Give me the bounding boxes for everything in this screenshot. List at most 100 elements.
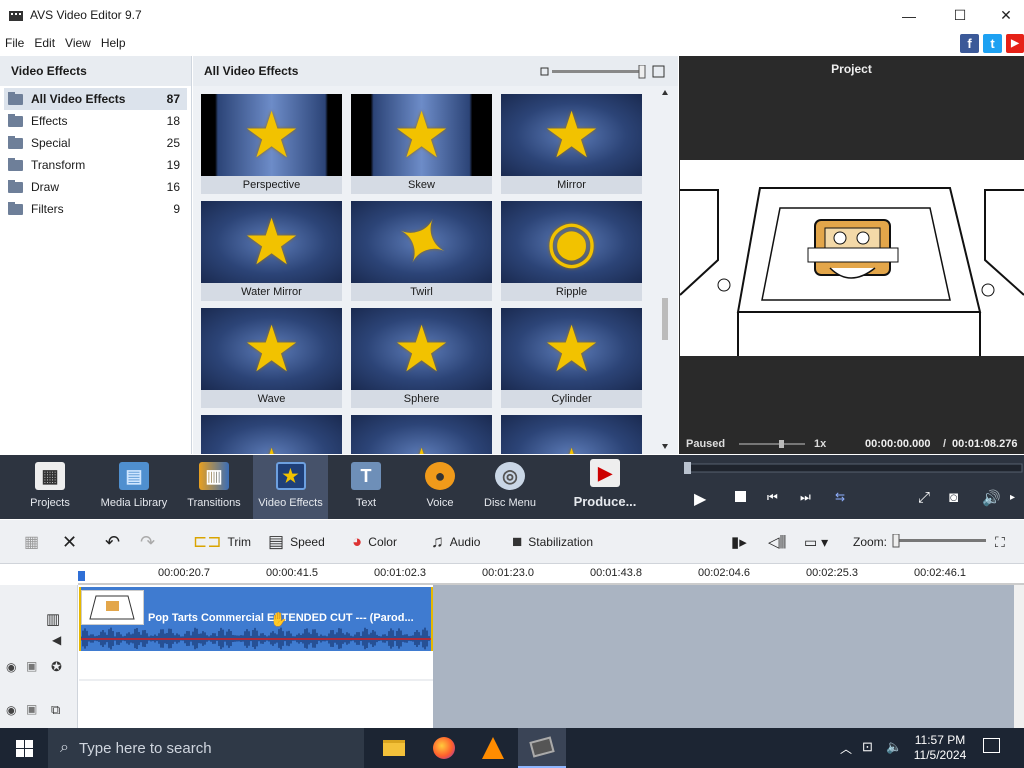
effect-wave[interactable]: ★ Wave [201,308,342,408]
empty-track-area[interactable] [433,585,1014,728]
menu-help[interactable]: Help [96,36,131,50]
twitter-icon[interactable]: t [983,34,1002,53]
audio-mixer-icon[interactable]: ◁⫼ [768,531,786,553]
play-icon[interactable]: ▶ [694,489,706,509]
youtube-icon[interactable]: ▶ [1006,34,1024,53]
category-special[interactable]: Special 25 [4,132,187,154]
video-frame-sketch [679,187,1024,356]
previous-frame-icon[interactable]: ⏮ [767,490,778,505]
facebook-icon[interactable]: f [960,34,979,53]
media-library-button[interactable]: ▤ Media Library [98,455,170,519]
mute-icon[interactable]: ◀ [52,633,61,647]
maximize-button[interactable]: ☐ [937,0,983,31]
disc-menu-label: Disc Menu [484,497,536,509]
storyboard-icon[interactable]: ▦ [24,531,39,553]
next-frame-icon[interactable]: ⏭ [800,490,811,505]
effect-skew[interactable]: ★ Skew [351,94,492,194]
voice-button[interactable]: ● Voice [410,455,470,519]
chevron-up-icon[interactable]: ︿ [840,740,852,757]
avs-editor-taskbar-icon[interactable] [518,728,566,768]
transitions-label: Transitions [187,497,241,509]
more-icon[interactable]: ▸ [1010,492,1015,503]
speaker-icon[interactable]: 🔊 [982,489,1001,507]
video-preview[interactable] [679,160,1024,356]
minimize-button[interactable]: — [886,0,932,31]
category-transform[interactable]: Transform 19 [4,154,187,176]
transitions-button[interactable]: ▥ Transitions [182,455,246,519]
star-icon: ✦ [381,201,462,283]
text-button[interactable]: T Text [336,455,396,519]
effect-thumbnail: ★ [501,308,642,390]
projects-button[interactable]: ▦ Projects [20,455,80,519]
network-icon[interactable]: ⊡ [862,739,873,755]
ruler-label: 00:01:23.0 [482,567,534,579]
produce-button[interactable]: ▶ Produce... [568,455,642,519]
category-effects[interactable]: Effects 18 [4,110,187,132]
category-draw[interactable]: Draw 16 [4,176,187,198]
stop-icon[interactable] [735,491,746,502]
eye-icon[interactable]: ◉ [6,660,16,674]
close-button[interactable]: ✕ [983,0,1024,31]
aspect-ratio-dropdown[interactable]: ▭ ▾ [804,531,828,553]
color-button[interactable]: ◕ Color [352,531,397,553]
effect-mirror[interactable]: ★ Mirror [501,94,642,194]
system-clock[interactable]: 11:57 PM 11/5/2024 [900,733,980,763]
audio-button[interactable]: ♫ Audio [431,531,480,553]
ruler-label: 00:01:02.3 [374,567,426,579]
effect-partial[interactable]: ★ [501,415,642,454]
seek-bar[interactable] [684,461,1024,475]
lock-icon[interactable]: ▣ [26,702,37,716]
star-icon: ★ [392,99,451,171]
video-track-icon: ▥ [46,611,61,628]
effect-sphere[interactable]: ★ Sphere [351,308,492,408]
taskbar-search[interactable]: ⌕ Type here to search [48,728,364,768]
category-all-video-effects[interactable]: All Video Effects 87 [4,88,187,110]
undo-icon[interactable]: ↶ [105,531,120,553]
fit-to-window-icon[interactable]: ⛶ [995,531,1005,553]
timeline-ruler[interactable] [78,565,1024,585]
redo-icon[interactable]: ↷ [140,531,155,553]
microphone-icon: ● [425,462,455,490]
effects-scrollbar[interactable] [659,86,671,454]
split-icon[interactable]: ▮▸ [731,531,747,553]
thumbnail-size-slider[interactable] [540,65,666,79]
playback-speed[interactable]: 1x [814,438,826,450]
trim-button[interactable]: ⊏⊐ Trim [193,531,251,553]
loop-icon[interactable]: ⇆ [835,490,845,504]
menu-edit[interactable]: Edit [29,36,60,50]
effect-thumbnail: ◉ [501,201,642,283]
lock-icon[interactable]: ▣ [26,659,37,673]
effect-label: Water Mirror [201,283,342,301]
eye-icon[interactable]: ◉ [6,703,16,717]
vlc-icon[interactable] [469,728,517,768]
disc-menu-button[interactable]: ◎ Disc Menu [480,455,540,519]
effect-partial[interactable]: ★ [201,415,342,454]
snapshot-icon[interactable]: ◙ [949,489,958,506]
effect-partial[interactable]: ★ [351,415,492,454]
search-placeholder: Type here to search [78,739,212,757]
delete-icon[interactable]: ✕ [62,531,77,553]
effect-ripple[interactable]: ◉ Ripple [501,201,642,301]
stabilization-button[interactable]: ■ Stabilization [512,531,593,553]
windows-start-icon[interactable] [16,740,33,757]
file-explorer-icon[interactable] [370,728,418,768]
speed-button[interactable]: ▤ Speed [268,531,325,553]
effect-cylinder[interactable]: ★ Cylinder [501,308,642,408]
fullscreen-icon[interactable]: ⤢ [918,489,930,506]
menu-file[interactable]: File [0,36,29,50]
notifications-icon[interactable] [983,738,1000,753]
timeline-scrollbar[interactable] [1014,585,1024,728]
music-note-icon: ♫ [431,532,444,551]
category-filters[interactable]: Filters 9 [4,198,187,220]
menu-view[interactable]: View [60,36,96,50]
speed-icon: ▤ [268,532,285,551]
effect-twirl[interactable]: ✦ Twirl [351,201,492,301]
effect-label: Wave [201,390,342,408]
firefox-icon[interactable] [420,728,468,768]
effect-water-mirror[interactable]: ★ Water Mirror [201,201,342,301]
zoom-slider[interactable] [890,534,990,548]
effect-perspective[interactable]: ★ Perspective [201,94,342,194]
volume-slider[interactable] [739,440,809,448]
video-effects-button[interactable]: ★ Video Effects [253,455,328,519]
video-effects-label: Video Effects [258,497,323,509]
